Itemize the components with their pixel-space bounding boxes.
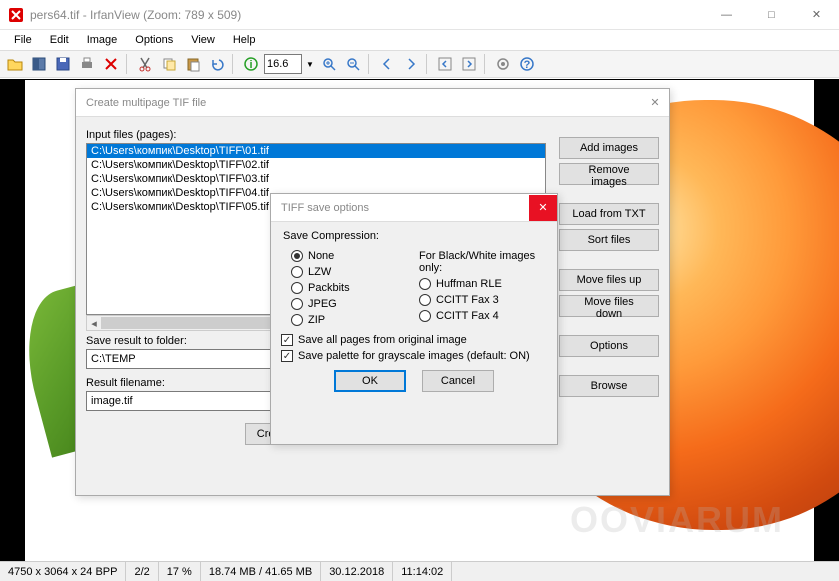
- menu-image[interactable]: Image: [79, 32, 126, 48]
- checkbox-save-palette[interactable]: ✓Save palette for grayscale images (defa…: [281, 350, 547, 362]
- toolbar-separator: [484, 54, 488, 74]
- status-date: 30.12.2018: [321, 562, 393, 581]
- undo-icon[interactable]: [206, 53, 228, 75]
- radio-ccitt-fax3[interactable]: CCITT Fax 3: [419, 294, 547, 306]
- info-icon[interactable]: i: [240, 53, 262, 75]
- checkbox-icon: ✓: [281, 350, 293, 362]
- zoom-input[interactable]: [264, 54, 302, 74]
- menu-view[interactable]: View: [183, 32, 223, 48]
- sort-files-button[interactable]: Sort files: [559, 229, 659, 251]
- menu-options[interactable]: Options: [127, 32, 181, 48]
- save-icon[interactable]: [52, 53, 74, 75]
- radio-icon: [419, 278, 431, 290]
- move-files-up-button[interactable]: Move files up: [559, 269, 659, 291]
- print-icon[interactable]: [76, 53, 98, 75]
- file-list-item[interactable]: C:\Users\компик\Desktop\TIFF\02.tif: [87, 158, 545, 172]
- toolbar-separator: [426, 54, 430, 74]
- bw-images-label: For Black/White images only:: [419, 250, 547, 274]
- toolbar-separator: [232, 54, 236, 74]
- paste-icon[interactable]: [182, 53, 204, 75]
- compression-group-label: Save Compression:: [283, 230, 547, 242]
- dialog-close-button[interactable]: ✕: [529, 195, 557, 221]
- cancel-button[interactable]: Cancel: [422, 370, 494, 392]
- dialog-title: Create multipage TIF file: [86, 97, 206, 109]
- radio-ccitt-fax4[interactable]: CCITT Fax 4: [419, 310, 547, 322]
- tiff-save-options-dialog: TIFF save options ✕ Save Compression: No…: [270, 193, 558, 445]
- zoom-in-icon[interactable]: [318, 53, 340, 75]
- status-time: 11:14:02: [393, 562, 452, 581]
- svg-text:?: ?: [524, 59, 531, 71]
- close-button[interactable]: ✕: [794, 0, 839, 30]
- radio-icon: [291, 250, 303, 262]
- watermark: OOVIARUM: [570, 499, 784, 541]
- radio-icon: [291, 298, 303, 310]
- checkbox-icon: ✓: [281, 334, 293, 346]
- copy-icon[interactable]: [158, 53, 180, 75]
- svg-text:i: i: [249, 59, 252, 71]
- radio-icon: [419, 310, 431, 322]
- prev-image-icon[interactable]: [376, 53, 398, 75]
- help-icon[interactable]: ?: [516, 53, 538, 75]
- load-from-txt-button[interactable]: Load from TXT: [559, 203, 659, 225]
- radio-zip[interactable]: ZIP: [291, 314, 419, 326]
- radio-packbits[interactable]: Packbits: [291, 282, 419, 294]
- ok-button[interactable]: OK: [334, 370, 406, 392]
- status-filesize: 18.74 MB / 41.65 MB: [201, 562, 321, 581]
- file-list-item[interactable]: C:\Users\компик\Desktop\TIFF\01.tif: [87, 144, 545, 158]
- move-files-down-button[interactable]: Move files down: [559, 295, 659, 317]
- menu-help[interactable]: Help: [225, 32, 264, 48]
- maximize-button[interactable]: □: [749, 0, 794, 30]
- menu-edit[interactable]: Edit: [42, 32, 77, 48]
- dialog-close-button[interactable]: ✕: [641, 90, 669, 116]
- radio-icon: [419, 294, 431, 306]
- browse-button[interactable]: Browse: [559, 375, 659, 397]
- status-page: 2/2: [126, 562, 158, 581]
- dialog-titlebar[interactable]: Create multipage TIF file ✕: [76, 89, 669, 117]
- radio-lzw[interactable]: LZW: [291, 266, 419, 278]
- status-percent: 17 %: [159, 562, 201, 581]
- dialog-title: TIFF save options: [281, 202, 369, 214]
- radio-jpeg[interactable]: JPEG: [291, 298, 419, 310]
- title-bar: pers64.tif - IrfanView (Zoom: 789 x 509)…: [0, 0, 839, 30]
- cut-icon[interactable]: [134, 53, 156, 75]
- toolbar: i ▼ ?: [0, 50, 839, 78]
- window-title: pers64.tif - IrfanView (Zoom: 789 x 509): [30, 8, 704, 22]
- menu-file[interactable]: File: [6, 32, 40, 48]
- add-images-button[interactable]: Add images: [559, 137, 659, 159]
- dialog-titlebar[interactable]: TIFF save options ✕: [271, 194, 557, 222]
- zoom-out-icon[interactable]: [342, 53, 364, 75]
- input-files-label: Input files (pages):: [86, 129, 546, 141]
- status-bar: 4750 x 3064 x 24 BPP 2/2 17 % 18.74 MB /…: [0, 561, 839, 581]
- radio-none[interactable]: None: [291, 250, 419, 262]
- toolbar-separator: [126, 54, 130, 74]
- options-button[interactable]: Options: [559, 335, 659, 357]
- checkbox-save-all-pages[interactable]: ✓Save all pages from original image: [281, 334, 547, 346]
- app-icon: [8, 7, 24, 23]
- minimize-button[interactable]: —: [704, 0, 749, 30]
- scroll-left-icon[interactable]: ◂: [87, 316, 101, 330]
- radio-icon: [291, 282, 303, 294]
- slideshow-icon[interactable]: [28, 53, 50, 75]
- zoom-dropdown-icon[interactable]: ▼: [304, 60, 316, 69]
- next-page-icon[interactable]: [458, 53, 480, 75]
- menu-bar: File Edit Image Options View Help: [0, 30, 839, 50]
- radio-icon: [291, 266, 303, 278]
- radio-icon: [291, 314, 303, 326]
- toolbar-separator: [368, 54, 372, 74]
- radio-huffman[interactable]: Huffman RLE: [419, 278, 547, 290]
- next-image-icon[interactable]: [400, 53, 422, 75]
- prev-page-icon[interactable]: [434, 53, 456, 75]
- open-icon[interactable]: [4, 53, 26, 75]
- settings-icon[interactable]: [492, 53, 514, 75]
- delete-icon[interactable]: [100, 53, 122, 75]
- remove-images-button[interactable]: Remove images: [559, 163, 659, 185]
- status-dimensions: 4750 x 3064 x 24 BPP: [0, 562, 126, 581]
- file-list-item[interactable]: C:\Users\компик\Desktop\TIFF\03.tif: [87, 172, 545, 186]
